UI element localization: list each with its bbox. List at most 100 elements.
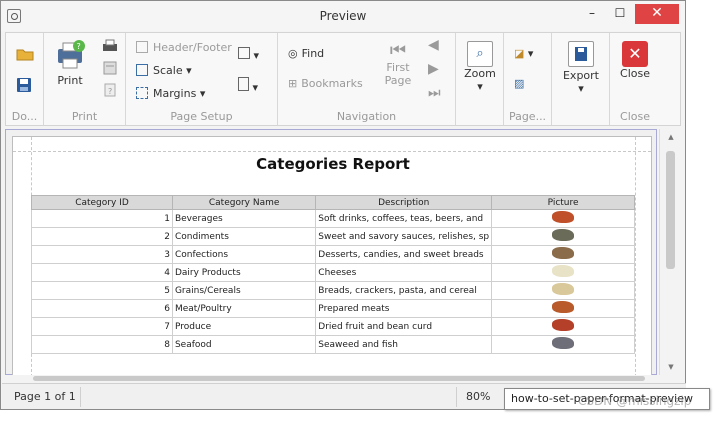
close-label: Close	[620, 67, 650, 80]
chevron-down-icon: ▾	[253, 49, 260, 62]
category-name-cell: Condiments	[171, 227, 317, 246]
category-picture	[552, 337, 575, 349]
picture-cell	[491, 227, 635, 246]
horizontal-scroll-thumb[interactable]	[33, 376, 645, 381]
scroll-down-icon[interactable]: ▼	[660, 363, 682, 371]
category-id-cell: 5	[31, 281, 173, 300]
export-icon	[568, 41, 594, 67]
chevron-down-icon: ▾	[186, 64, 192, 77]
horizontal-scrollbar[interactable]	[5, 375, 657, 382]
maximize-button[interactable]: ☐	[607, 4, 633, 24]
print-button[interactable]: ? Print	[50, 39, 90, 87]
last-page-icon[interactable]: ⏭	[428, 85, 441, 101]
status-divider	[456, 387, 457, 407]
report-page: Categories Report Category ID Category N…	[12, 136, 652, 378]
chevron-down-icon: ▾	[527, 47, 534, 60]
zoom-button[interactable]: ⌕ Zoom ▾	[462, 41, 498, 93]
picture-cell	[491, 335, 635, 354]
first-page-button[interactable]: ⏮ First Page	[382, 41, 414, 88]
page-setup-icon[interactable]	[102, 61, 118, 75]
save-icon[interactable]	[16, 77, 32, 93]
close-window-button[interactable]: ✕	[635, 4, 679, 24]
category-name-cell: Meat/Poultry	[171, 299, 317, 318]
orientation-button[interactable]: ▾	[238, 47, 259, 62]
picture-cell	[491, 263, 635, 282]
margins-label: Margins	[153, 87, 197, 100]
category-id-cell: 6	[31, 299, 173, 318]
next-page-icon[interactable]: ▶	[428, 61, 439, 77]
paper-size-button[interactable]: ▾	[238, 77, 258, 94]
header-footer-label: Header/Footer	[153, 41, 232, 54]
category-name-cell: Beverages	[171, 209, 317, 228]
parameters-icon[interactable]: ?	[102, 83, 118, 97]
group-caption-document: Do...	[11, 110, 38, 123]
ribbon-group-export: Export ▾	[552, 33, 610, 125]
margin-guide-right	[635, 137, 636, 377]
category-name-cell: Produce	[171, 317, 317, 336]
table-row: 5 Grains/Cereals Breads, crackers, pasta, …	[31, 281, 635, 300]
margins-button[interactable]: Margins ▾	[136, 87, 205, 100]
scroll-up-icon[interactable]: ▲	[660, 133, 682, 141]
document-preview-area[interactable]: Categories Report Category ID Category N…	[5, 129, 657, 378]
header-footer-button[interactable]: Header/Footer	[136, 41, 232, 54]
export-label: Export	[562, 69, 599, 82]
table-row: 6 Meat/Poultry Prepared meats	[31, 299, 635, 318]
zoom-percentage[interactable]: 80%	[466, 390, 490, 403]
status-divider	[80, 387, 81, 407]
category-name-cell: Confections	[171, 245, 317, 264]
scale-label: Scale	[153, 64, 183, 77]
group-caption-page-setup: Page Setup	[170, 110, 233, 123]
bookmarks-icon: ⊞	[288, 77, 298, 90]
picture-cell	[491, 317, 635, 336]
table-row: 4 Dairy Products Cheeses	[31, 263, 635, 282]
column-header: Category Name	[171, 195, 317, 210]
table-row: 7 Produce Dried fruit and bean curd	[31, 317, 635, 336]
table-row: 1 Beverages Soft drinks, coffees, teas, be…	[31, 209, 635, 228]
category-name-cell: Grains/Cereals	[171, 281, 317, 300]
zoom-label: Zoom	[464, 67, 496, 80]
ribbon-group-page-background: ◪ ▾ ▨ Page...	[504, 33, 552, 125]
category-picture	[552, 319, 575, 331]
quick-print-icon[interactable]	[102, 39, 118, 53]
page-indicator: Page 1 of 1	[14, 390, 76, 403]
ribbon: Do... ? Print ? Print Header/Footer Scal…	[5, 32, 681, 126]
page-color-button[interactable]: ◪ ▾	[514, 47, 533, 60]
description-cell: Sweet and savory sauces, relishes, sp	[315, 227, 493, 246]
watermark-button[interactable]: ▨	[514, 77, 524, 90]
vertical-scroll-thumb[interactable]	[666, 151, 675, 269]
column-header: Picture	[491, 195, 635, 210]
category-id-cell: 3	[31, 245, 173, 264]
minimize-button[interactable]: –	[579, 4, 605, 24]
table-header-row: Category ID Category Name Description Pi…	[31, 195, 635, 210]
scale-button[interactable]: Scale ▾	[136, 64, 192, 77]
binoculars-icon: ◎	[288, 47, 298, 60]
preview-window: Preview – ☐ ✕ Do... ? Print ? Print Head…	[0, 0, 686, 410]
export-button[interactable]: Export ▾	[560, 41, 602, 95]
find-button[interactable]: ◎ Find	[288, 47, 324, 60]
category-picture	[552, 247, 575, 259]
printer-icon: ?	[58, 40, 85, 69]
previous-page-icon[interactable]: ◀	[428, 37, 439, 53]
ribbon-group-document: Do...	[6, 33, 44, 125]
column-header: Description	[315, 195, 493, 210]
category-name-cell: Seafood	[171, 335, 317, 354]
picture-cell	[491, 299, 635, 318]
orientation-icon	[238, 47, 250, 59]
first-page-label-2: Page	[384, 74, 412, 87]
bookmarks-button[interactable]: ⊞ Bookmarks	[288, 77, 363, 90]
group-caption-close: Close	[620, 110, 650, 123]
vertical-scrollbar[interactable]: ▲ ▼	[659, 129, 681, 375]
category-picture	[552, 283, 575, 295]
svg-text:?: ?	[77, 42, 81, 51]
picture-cell	[491, 245, 635, 264]
margins-icon	[136, 87, 148, 99]
close-icon: ✕	[622, 41, 648, 67]
paper-size-icon	[238, 77, 249, 91]
header-footer-icon	[136, 41, 148, 53]
open-folder-icon[interactable]	[16, 47, 34, 61]
table-row: 8 Seafood Seaweed and fish	[31, 335, 635, 354]
description-cell: Seaweed and fish	[315, 335, 493, 354]
chevron-down-icon: ▾	[252, 81, 259, 94]
bookmarks-label: Bookmarks	[301, 77, 363, 90]
close-preview-button[interactable]: ✕ Close	[616, 41, 654, 80]
